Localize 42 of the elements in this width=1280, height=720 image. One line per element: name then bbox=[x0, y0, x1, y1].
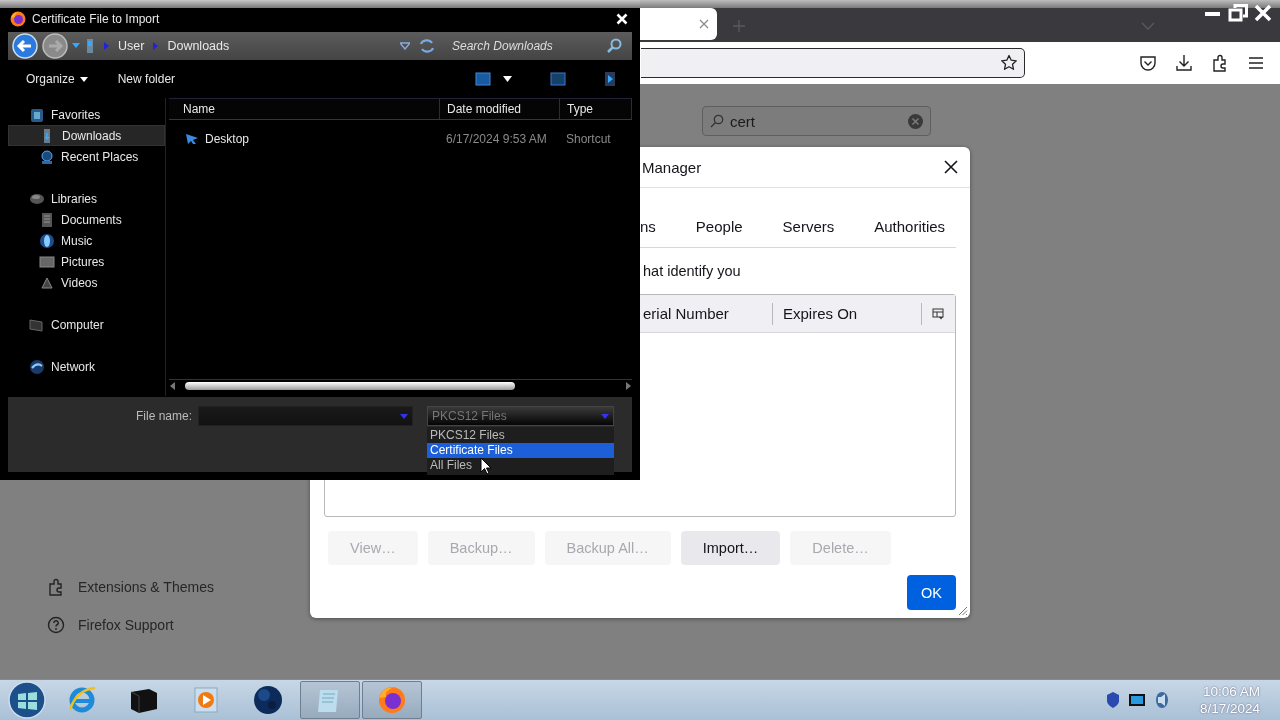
tab[interactable]: Authorities bbox=[874, 206, 946, 247]
nav-item[interactable]: Computer bbox=[8, 314, 165, 335]
nav-item[interactable]: Recent Places bbox=[8, 146, 165, 167]
toolbar-button[interactable]: Organize bbox=[26, 72, 88, 86]
sidebar-link[interactable]: Extensions & Themes bbox=[47, 568, 214, 606]
file-name[interactable]: Desktop bbox=[205, 132, 250, 146]
nav-item[interactable]: Pictures bbox=[8, 251, 165, 272]
column-header[interactable]: Date modified bbox=[440, 99, 560, 119]
window-title: Certificate File to Import bbox=[32, 12, 161, 26]
nav-item[interactable]: Network bbox=[8, 356, 165, 377]
nav-item[interactable]: Music bbox=[8, 230, 165, 251]
file-type-dropdown[interactable]: PKCS12 Files bbox=[427, 406, 614, 426]
nav-item[interactable]: Favorites bbox=[8, 104, 165, 125]
dialog-button[interactable]: Import… bbox=[680, 531, 781, 565]
column-header[interactable]: Expires On bbox=[773, 302, 922, 325]
tab[interactable]: ns bbox=[640, 206, 656, 247]
file-date: 6/17/2024 9:53 AM bbox=[445, 132, 548, 146]
dialog-title: Manager bbox=[642, 158, 703, 176]
dropdown-option[interactable]: Certificate Files bbox=[427, 443, 614, 458]
nav-item[interactable]: Documents bbox=[8, 209, 165, 230]
search-field[interactable]: Search Downloads bbox=[444, 35, 626, 57]
tab[interactable]: People bbox=[695, 206, 743, 247]
dropdown-option[interactable]: All Files bbox=[427, 458, 614, 473]
description-text: hat identify you bbox=[643, 263, 742, 281]
field-label: File name: bbox=[134, 409, 192, 423]
nav-item[interactable]: Libraries bbox=[8, 188, 165, 209]
clock-time: 10:06 AM bbox=[1202, 683, 1260, 700]
toolbar-button[interactable]: New folder bbox=[117, 72, 176, 86]
column-header[interactable]: erial Number bbox=[643, 302, 773, 325]
breadcrumb-item[interactable]: User bbox=[118, 39, 145, 53]
file-type: Shortcut bbox=[565, 132, 612, 146]
column-header[interactable]: Type bbox=[560, 99, 632, 119]
dropdown-option[interactable]: PKCS12 Files bbox=[427, 428, 614, 443]
ok-button[interactable]: OK bbox=[907, 575, 956, 610]
clock-date: 8/17/2024 bbox=[1199, 700, 1260, 717]
breadcrumb-item[interactable]: Downloads bbox=[167, 39, 230, 53]
sidebar-link[interactable]: Firefox Support bbox=[47, 606, 174, 644]
nav-item[interactable]: Downloads bbox=[8, 125, 165, 146]
tab[interactable]: Servers bbox=[782, 206, 835, 247]
nav-item[interactable]: Videos bbox=[8, 272, 165, 293]
column-header[interactable]: Name bbox=[169, 99, 440, 119]
search-field[interactable]: cert bbox=[702, 106, 931, 136]
